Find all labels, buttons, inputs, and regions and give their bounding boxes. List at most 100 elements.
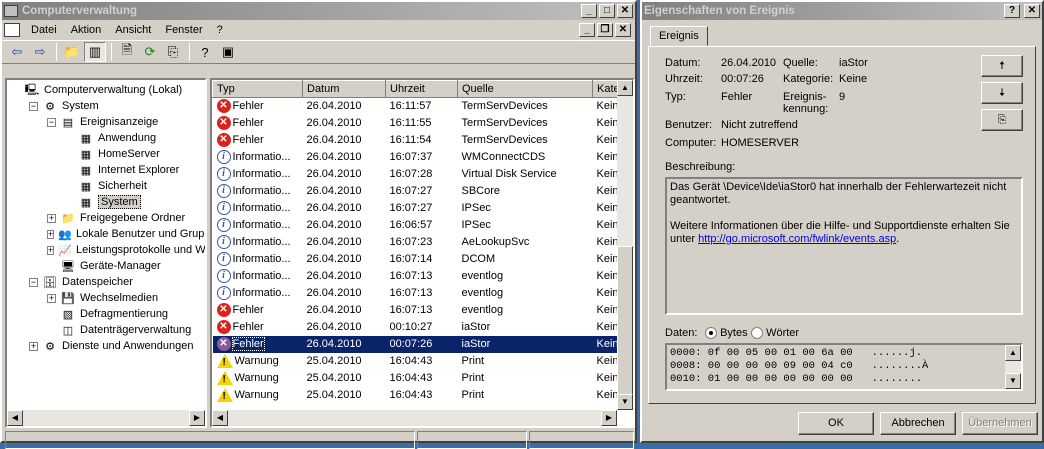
table-row[interactable]: i Informatio... 26.04.2010 16:07:13 eventlog…: [213, 285, 618, 302]
tree-item[interactable]: + 📁 Freigegebene Ordner: [7, 210, 205, 226]
tree-item[interactable]: ◫ Datenträgerverwaltung: [7, 322, 205, 338]
table-row[interactable]: ✕Fehler26.04.201000:07:26iaStorKeine: [212, 335, 618, 353]
table-row[interactable]: i Informatio... 26.04.2010 16:07:27 SBCore Ke…: [213, 183, 618, 200]
tree-item[interactable]: ▦ Anwendung: [7, 130, 205, 146]
table-row[interactable]: ✕ Fehler 26.04.2010 16:11:57 TermServDevices…: [213, 98, 618, 115]
scroll-down-icon[interactable]: ▼: [1005, 373, 1021, 389]
expand-icon[interactable]: +: [29, 341, 38, 351]
tree-item[interactable]: ▦ Sicherheit: [7, 178, 205, 194]
expand-icon[interactable]: +: [47, 245, 55, 255]
refresh-icon[interactable]: ⟳: [139, 42, 161, 62]
help-icon[interactable]: ?: [1004, 4, 1020, 18]
table-row[interactable]: ✕ Fehler 26.04.2010 16:11:55 TermServDevices…: [213, 115, 618, 132]
minimize-icon[interactable]: _: [581, 4, 597, 18]
tree-item[interactable]: 🖳 Computerverwaltung (Lokal): [7, 82, 205, 98]
woerter-radio-button[interactable]: [751, 327, 763, 340]
table-row[interactable]: i Informatio... 26.04.2010 16:07:28 Virtual …: [213, 166, 618, 183]
console-icon[interactable]: [4, 23, 20, 37]
tree-item[interactable]: + ⚙ Dienste und Anwendungen: [7, 338, 205, 354]
event-list-pane[interactable]: Typ Datum Uhrzeit Quelle Kate ✕ Fehler 26.…: [210, 78, 635, 428]
close-icon[interactable]: ✕: [617, 4, 633, 18]
list-vertical-scrollbar[interactable]: ▲ ▼: [617, 80, 633, 410]
cancel-button[interactable]: Abbrechen: [880, 412, 956, 435]
menu-aktion[interactable]: Aktion: [64, 24, 109, 36]
scroll-right-icon[interactable]: ▶: [601, 410, 617, 426]
show-tree-icon[interactable]: ▥: [84, 42, 106, 62]
tree-pane[interactable]: 🖳 Computerverwaltung (Lokal) − ⚙ System − ▤ Ere…: [5, 78, 207, 428]
table-row[interactable]: iInformatio...26.04.201016:07:14DCOMKein…: [213, 251, 618, 268]
tree-item[interactable]: ▦ System: [7, 194, 205, 210]
copy-to-clipboard-button[interactable]: ⎘: [981, 109, 1023, 131]
maximize-icon[interactable]: □: [599, 4, 615, 18]
column-header-quelle[interactable]: Quelle: [457, 80, 593, 98]
expand-icon[interactable]: +: [47, 293, 56, 303]
woerter-radio[interactable]: Wörter: [751, 327, 799, 340]
scroll-up-icon[interactable]: ▲: [617, 80, 633, 96]
scroll-down-icon[interactable]: ▼: [617, 394, 633, 410]
mdi-close-icon[interactable]: ✕: [615, 23, 631, 37]
scroll-up-icon[interactable]: ▲: [1005, 345, 1021, 361]
scroll-thumb[interactable]: [617, 246, 633, 396]
menu-datei[interactable]: Datei: [24, 24, 64, 36]
tree-item[interactable]: ▧ Defragmentierung: [7, 306, 205, 322]
title-bar[interactable]: Computerverwaltung _ □ ✕: [2, 2, 635, 20]
properties-icon[interactable]: 🗎: [116, 42, 138, 62]
table-row[interactable]: i Informatio... 26.04.2010 16:07:13 eventlog…: [213, 268, 618, 285]
tree-item[interactable]: ▦ HomeServer: [7, 146, 205, 162]
table-row[interactable]: i Informatio... 26.04.2010 16:06:57 IPSec Kei…: [213, 217, 618, 234]
tree-item[interactable]: + 💾 Wechselmedien: [7, 290, 205, 306]
tree-item[interactable]: + 📈 Leistungsprotokolle und Wa: [7, 242, 205, 258]
column-header-uhrzeit[interactable]: Uhrzeit: [385, 80, 458, 98]
description-box[interactable]: Das Gerät \Device\Ide\iaStor0 hat innerh…: [665, 177, 1023, 315]
previous-event-button[interactable]: 🠅: [981, 55, 1023, 77]
export-list-icon[interactable]: ⎘: [162, 42, 184, 62]
scroll-left-icon[interactable]: ◀: [212, 410, 228, 426]
bytes-radio[interactable]: Bytes: [705, 327, 748, 340]
data-box[interactable]: 0000: 0f 00 05 00 01 00 6a 00 ......j. 0…: [665, 343, 1023, 391]
tree-item[interactable]: − ▤ Ereignisanzeige: [7, 114, 205, 130]
tree-item[interactable]: − 🗄 Datenspeicher: [7, 274, 205, 290]
events-link[interactable]: http://go.microsoft.com/fwlink/events.as…: [698, 233, 896, 245]
data-scrollbar[interactable]: ▲ ▼: [1005, 345, 1021, 389]
list-horizontal-scrollbar[interactable]: ◀ ▶: [212, 410, 617, 426]
table-row[interactable]: ✕Fehler26.04.201016:07:13eventlogKeine: [213, 302, 618, 319]
collapse-icon[interactable]: −: [29, 277, 38, 287]
column-header-kategorie[interactable]: Kate: [592, 80, 618, 98]
table-row[interactable]: !Warnung25.04.201016:04:43PrintKeine: [213, 387, 618, 404]
tree-horizontal-scrollbar[interactable]: ◀ ▶: [7, 410, 205, 426]
mdi-minimize-icon[interactable]: _: [579, 23, 595, 37]
tree-item[interactable]: ▦ Internet Explorer: [7, 162, 205, 178]
column-header-datum[interactable]: Datum: [302, 80, 386, 98]
back-icon[interactable]: ⇦: [6, 42, 28, 62]
close-icon[interactable]: ✕: [1024, 4, 1040, 18]
forward-icon[interactable]: ⇨: [29, 42, 51, 62]
tree-item[interactable]: + 👥 Lokale Benutzer und Gruppe: [7, 226, 205, 242]
help-icon[interactable]: ?: [194, 42, 216, 62]
table-row[interactable]: ✕Fehler26.04.201000:10:27iaStorKeine: [213, 319, 618, 336]
tab-ereignis[interactable]: Ereignis: [650, 26, 708, 46]
apply-button[interactable]: Übernehmen: [962, 412, 1038, 435]
table-row[interactable]: ✕ Fehler 26.04.2010 16:11:54 TermServDevices…: [213, 132, 618, 149]
next-event-button[interactable]: 🠇: [981, 82, 1023, 104]
ok-button[interactable]: OK: [798, 412, 874, 435]
tree-item[interactable]: 🖥 Geräte-Manager: [7, 258, 205, 274]
table-row[interactable]: i Informatio... 26.04.2010 16:07:23 AeLookup…: [213, 234, 618, 251]
menu-ansicht[interactable]: Ansicht: [108, 24, 158, 36]
menu-help[interactable]: ?: [210, 24, 230, 36]
dialog-title-bar[interactable]: Eigenschaften von Ereignis ? ✕: [642, 2, 1042, 20]
expand-icon[interactable]: +: [47, 229, 55, 239]
table-row[interactable]: !Warnung25.04.201016:04:43PrintKeine: [213, 353, 618, 370]
menu-fenster[interactable]: Fenster: [158, 24, 209, 36]
up-folder-icon[interactable]: 📁: [61, 42, 83, 62]
collapse-icon[interactable]: −: [29, 101, 38, 111]
scroll-left-icon[interactable]: ◀: [7, 410, 23, 426]
tree-item[interactable]: − ⚙ System: [7, 98, 205, 114]
column-header-typ[interactable]: Typ: [212, 80, 303, 98]
scroll-right-icon[interactable]: ▶: [189, 410, 205, 426]
table-row[interactable]: i Informatio... 26.04.2010 16:07:27 IPSec Kei…: [213, 200, 618, 217]
bytes-radio-button[interactable]: [705, 327, 717, 340]
expand-icon[interactable]: +: [47, 213, 56, 223]
mdi-restore-icon[interactable]: ❐: [597, 23, 613, 37]
show-hide-action-pane-icon[interactable]: ▣: [217, 42, 239, 62]
table-row[interactable]: !Warnung25.04.201016:04:43PrintKeine: [213, 370, 618, 387]
